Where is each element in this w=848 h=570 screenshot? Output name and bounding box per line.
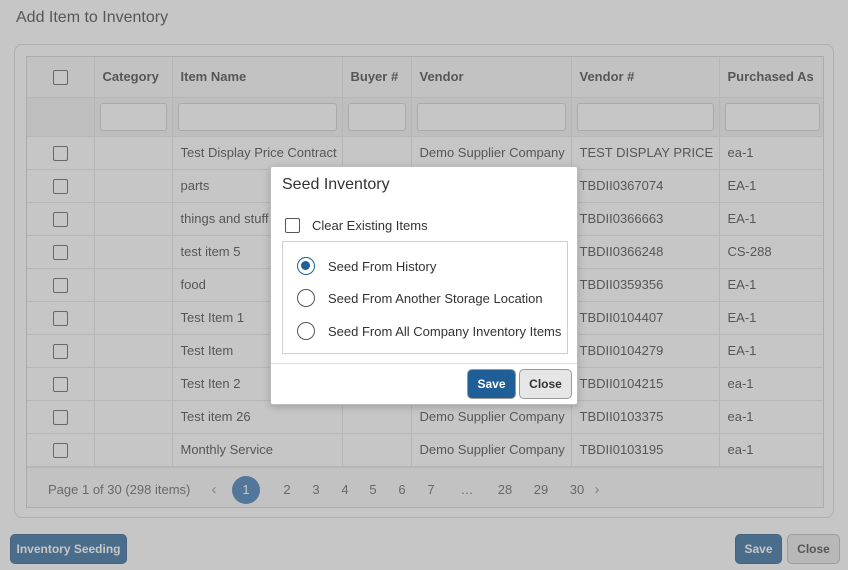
seed-option-history[interactable]: Seed From History <box>297 257 436 275</box>
modal-footer-divider <box>271 363 577 364</box>
clear-existing-row[interactable]: Clear Existing Items <box>285 218 428 233</box>
modal-close-button[interactable]: Close <box>519 369 572 399</box>
seed-option-label: Seed From History <box>328 258 437 274</box>
seed-option-radio[interactable] <box>297 322 315 340</box>
clear-existing-label: Clear Existing Items <box>312 218 428 233</box>
seed-option-storage-location[interactable]: Seed From Another Storage Location <box>297 289 543 307</box>
clear-existing-checkbox[interactable] <box>285 218 300 233</box>
seed-inventory-modal: Seed Inventory Clear Existing Items Seed… <box>270 166 578 405</box>
seed-option-label: Seed From All Company Inventory Items <box>328 323 562 339</box>
seed-option-company-inventory[interactable]: Seed From All Company Inventory Items <box>297 322 561 340</box>
seed-option-radio[interactable] <box>297 289 315 307</box>
modal-title: Seed Inventory <box>282 176 390 193</box>
seed-option-radio[interactable] <box>297 257 315 275</box>
modal-save-button[interactable]: Save <box>467 369 516 399</box>
seed-option-label: Seed From Another Storage Location <box>328 290 543 306</box>
seed-options-box: Seed From History Seed From Another Stor… <box>282 241 568 354</box>
